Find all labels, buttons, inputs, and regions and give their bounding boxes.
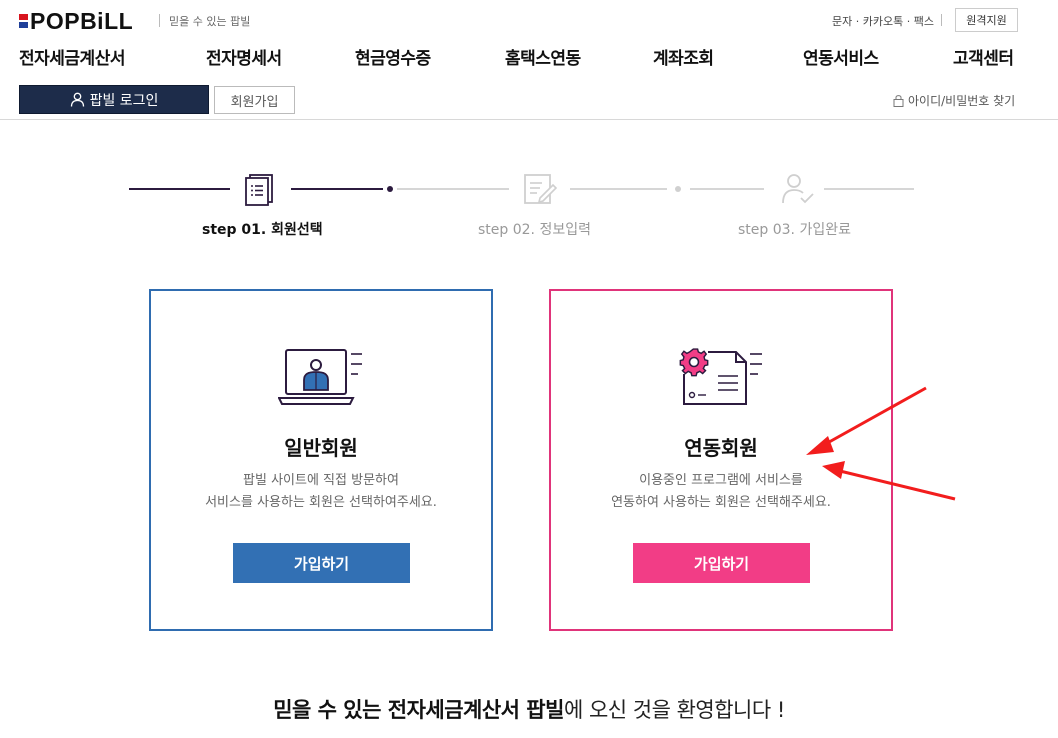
welcome-rest: 에 오신 것을 환영합니다 ! bbox=[563, 698, 785, 722]
annotation-arrow-line bbox=[839, 469, 956, 501]
annotation-arrows bbox=[806, 386, 956, 501]
annotation-arrowhead bbox=[806, 436, 834, 455]
welcome-bold: 믿을 수 있는 전자세금계산서 팝빌 bbox=[273, 698, 564, 722]
annotation-arrow-line bbox=[821, 386, 927, 448]
annotation-arrowhead bbox=[822, 461, 845, 479]
welcome-message: 믿을 수 있는 전자세금계산서 팝빌에 오신 것을 환영합니다 ! bbox=[0, 694, 1058, 724]
